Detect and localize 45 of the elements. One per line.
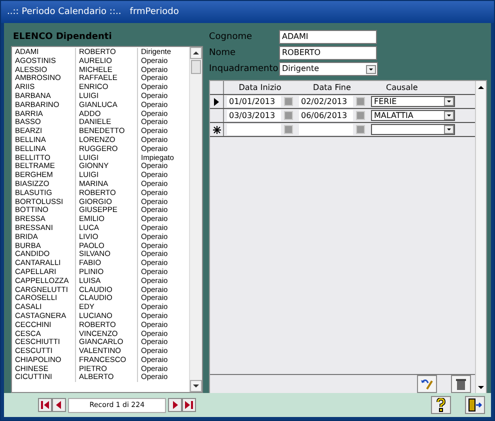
first-record-button[interactable] xyxy=(38,398,52,412)
previous-icon xyxy=(56,401,62,409)
column-header: Data Inizio xyxy=(238,82,282,94)
end-date-field[interactable]: 06/06/2013 xyxy=(299,110,353,121)
new-record-icon xyxy=(212,126,220,134)
field-label: Inquadramento xyxy=(209,64,279,74)
exit-door-icon xyxy=(468,398,482,412)
current-row-icon xyxy=(214,98,219,106)
scroll-thumb[interactable] xyxy=(191,60,201,74)
column-header: Causale xyxy=(385,82,419,94)
last-record-button[interactable] xyxy=(182,398,196,412)
name-field[interactable]: ROBERTO xyxy=(279,46,377,60)
undo-pencil-icon xyxy=(420,378,434,390)
start-date-field[interactable]: 01/01/2013 xyxy=(227,96,281,107)
scroll-up-icon[interactable] xyxy=(190,47,202,59)
undo-button[interactable] xyxy=(417,375,437,393)
next-icon xyxy=(172,401,178,409)
list-heading: ELENCO Dipendenti xyxy=(12,31,113,44)
field-label: Cognome xyxy=(209,32,254,42)
exit-button[interactable] xyxy=(465,396,485,414)
column-header: Data Fine xyxy=(312,82,352,94)
delete-button[interactable] xyxy=(451,375,471,393)
surname-field[interactable]: ADAMI xyxy=(279,30,377,44)
field-label: Nome xyxy=(209,48,237,58)
reason-dropdown[interactable]: FERIE xyxy=(371,96,455,107)
start-date-field[interactable] xyxy=(227,124,281,135)
first-icon xyxy=(41,401,49,409)
help-button[interactable] xyxy=(431,396,451,414)
last-icon xyxy=(185,401,193,409)
scrollbar[interactable] xyxy=(189,47,202,392)
scroll-up-icon[interactable] xyxy=(477,83,485,91)
scroll-down-icon[interactable] xyxy=(190,380,202,392)
start-date-field[interactable]: 03/03/2013 xyxy=(227,110,281,121)
scrollbar[interactable] xyxy=(475,81,486,393)
question-icon xyxy=(436,398,446,412)
scroll-down-icon[interactable] xyxy=(477,383,485,391)
end-date-field[interactable] xyxy=(299,124,353,135)
trash-icon xyxy=(456,378,466,390)
previous-record-button[interactable] xyxy=(52,398,66,412)
reason-dropdown[interactable]: MALATTIA xyxy=(371,110,455,121)
window-title: ..:: Periodo Calendario ::.. frmPeriodo xyxy=(7,7,179,17)
next-record-button[interactable] xyxy=(168,398,182,412)
reason-dropdown[interactable] xyxy=(371,124,455,135)
end-date-field[interactable]: 02/02/2013 xyxy=(299,96,353,107)
role-dropdown[interactable]: Dirigente xyxy=(279,62,378,76)
